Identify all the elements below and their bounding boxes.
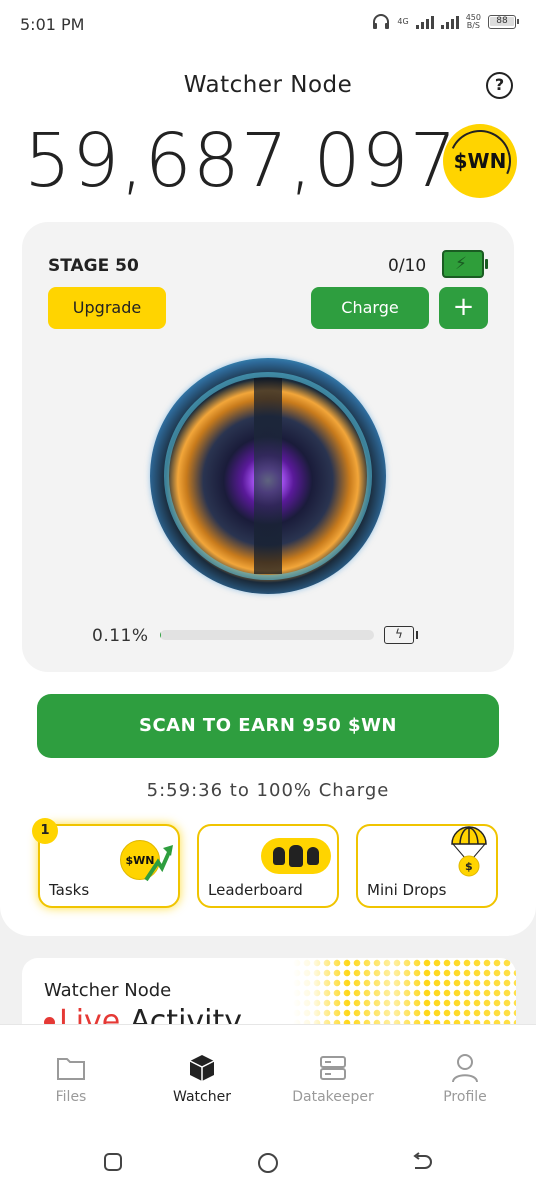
battery-bolt-icon: ϟ <box>384 626 418 644</box>
network-type: 4G <box>397 17 409 26</box>
stage-panel: STAGE 50 0/10 ⚡ Upgrade Charge + 0.11% ϟ <box>22 222 514 672</box>
cube-icon <box>189 1055 215 1081</box>
stage-label: STAGE 50 <box>48 256 139 276</box>
wn-coin-icon: $WN <box>443 124 517 198</box>
leaderboard-label: Leaderboard <box>208 881 303 899</box>
user-icon <box>452 1054 478 1083</box>
signal-icon-2 <box>440 15 459 29</box>
nav-profile[interactable]: Profile <box>410 1053 520 1105</box>
folder-icon <box>57 1058 85 1080</box>
tasks-label: Tasks <box>49 881 90 899</box>
page-title: Watcher Node <box>183 72 353 98</box>
upgrade-button[interactable]: Upgrade <box>48 287 166 329</box>
battery-icon: 88 <box>488 15 519 29</box>
mini-drops-label: Mini Drops <box>367 881 447 899</box>
recent-apps-icon[interactable] <box>103 1152 123 1172</box>
nav-files[interactable]: Files <box>16 1053 126 1105</box>
nav-datakeeper[interactable]: Datakeeper <box>278 1053 388 1105</box>
drop-coin-symbol: $ <box>465 860 473 873</box>
group-users-icon <box>261 838 331 874</box>
nav-watcher[interactable]: Watcher <box>147 1053 257 1105</box>
leaderboard-card[interactable]: Leaderboard <box>197 824 339 908</box>
headphones-icon <box>373 14 390 29</box>
home-icon[interactable] <box>257 1152 279 1174</box>
status-time: 5:01 PM <box>20 15 85 34</box>
status-icons: 4G 450 B/S 88 <box>372 13 519 30</box>
mini-drops-card[interactable]: $ Mini Drops <box>356 824 498 908</box>
system-nav-bar <box>0 1120 536 1200</box>
add-charge-button[interactable]: + <box>439 287 488 329</box>
charge-button[interactable]: Charge <box>311 287 429 329</box>
progress-percent: 0.11% <box>92 626 149 646</box>
tasks-card[interactable]: 1 $WN Tasks <box>32 818 180 908</box>
charge-count: 0/10 <box>388 256 427 276</box>
battery-charging-icon: ⚡ <box>442 250 488 278</box>
balance-value: 59,687,097 <box>24 118 458 204</box>
scan-to-earn-button[interactable]: SCAN TO EARN 950 $WN <box>37 694 499 758</box>
question-circle-icon[interactable]: ? <box>486 72 513 99</box>
server-icon <box>320 1056 346 1080</box>
activity-title: Watcher Node <box>44 980 172 1001</box>
progress-bar <box>160 630 374 640</box>
tasks-badge: 1 <box>32 818 58 844</box>
back-icon[interactable] <box>411 1152 433 1172</box>
node-orb-image[interactable] <box>150 358 386 594</box>
status-bar: 5:01 PM 4G 450 B/S 88 <box>0 0 536 48</box>
charge-timer: 5:59:36 to 100% Charge <box>146 780 390 801</box>
network-speed: 450 B/S <box>465 13 481 30</box>
bottom-nav: Files Watcher Datakeeper Profile <box>0 1024 536 1120</box>
signal-icon <box>415 15 434 29</box>
trend-up-arrow-icon <box>144 845 173 882</box>
